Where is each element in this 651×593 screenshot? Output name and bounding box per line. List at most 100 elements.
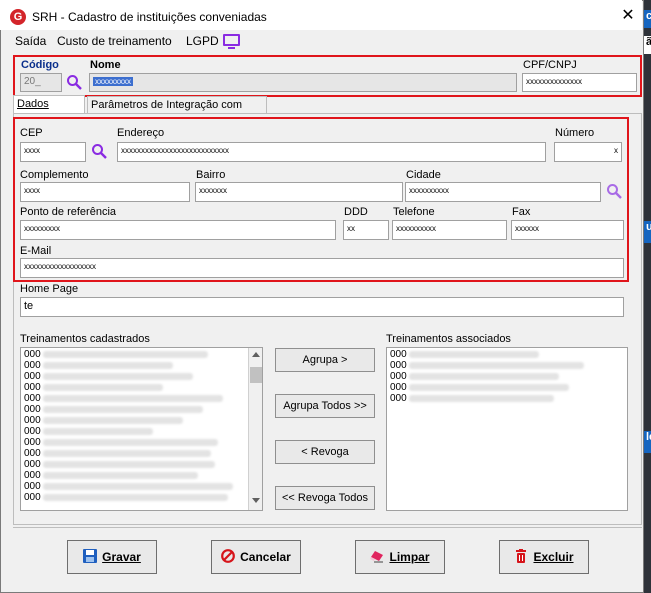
list-item-code: 000 [24,437,41,448]
ponto-referencia-field[interactable]: xxxxxxxxx [20,220,336,240]
redacted-text [43,483,233,490]
background-tag: ão [644,36,651,54]
redacted-text [409,373,559,380]
gravar-label: Gravar [102,550,141,564]
list-item-code: 000 [24,492,41,503]
scroll-down-arrow[interactable] [252,498,260,503]
list-item[interactable]: 000 [387,371,627,382]
agrupa-todos-button[interactable]: Agrupa Todos >> [275,394,375,418]
treinamentos-cadastrados-label: Treinamentos cadastrados [20,333,150,345]
revoga-todos-button[interactable]: << Revoga Todos [275,486,375,510]
list-item[interactable]: 000 [21,393,249,404]
list-item[interactable]: 000 [21,415,249,426]
redacted-text [43,395,223,402]
endereco-field[interactable]: xxxxxxxxxxxxxxxxxxxxxxxxxxx [117,142,546,162]
codigo-field[interactable]: 20_ [20,73,62,92]
cpf-field[interactable]: xxxxxxxxxxxxxx [522,73,637,92]
endereco-label: Endereço [117,127,165,139]
redacted-text [43,472,198,479]
telefone-field[interactable]: xxxxxxxxxx [392,220,507,240]
excluir-button[interactable]: Excluir [499,540,589,574]
list-item[interactable]: 000 [21,349,249,360]
cep-field[interactable]: xxxx [20,142,86,162]
list-item[interactable]: 000 [387,382,627,393]
menu-lgpd[interactable]: LGPD [186,34,219,48]
redacted-text [43,417,183,424]
numero-label: Número [555,127,595,139]
list-item[interactable]: 000 [387,349,627,360]
complemento-field[interactable]: xxxx [20,182,190,202]
menu-custo-treinamento[interactable]: Custo de treinamento [57,34,172,48]
list-item[interactable]: 000 [21,470,249,481]
eraser-icon [370,551,384,563]
app-logo-icon: G [10,9,26,25]
cidade-field[interactable]: xxxxxxxxxx [405,182,601,202]
list-item-code: 000 [24,415,41,426]
list-item[interactable]: 000 [21,448,249,459]
monitor-icon[interactable] [223,34,240,49]
redacted-text [409,362,584,369]
search-cep-icon[interactable] [91,143,107,159]
list-item-code: 000 [24,426,41,437]
redacted-text [409,351,539,358]
nome-label: Nome [90,59,121,71]
bairro-field[interactable]: xxxxxxx [195,182,403,202]
cpf-label: CPF/CNPJ [523,59,577,71]
fax-label: Fax [512,206,531,218]
limpar-button[interactable]: Limpar [355,540,445,574]
list-item-code: 000 [24,393,41,404]
numero-field[interactable]: x [554,142,622,162]
save-icon [83,549,98,563]
list-item[interactable]: 000 [21,481,249,492]
background-tag: ler [644,431,651,453]
redacted-text [43,384,163,391]
list-item[interactable]: 000 [21,459,249,470]
list-item-code: 000 [390,371,407,382]
scroll-thumb[interactable] [250,367,262,383]
redacted-text [43,494,228,501]
nome-value: xxxxxxxxx [93,77,133,86]
scroll-up-arrow[interactable] [252,352,260,357]
list-item[interactable]: 000 [21,382,249,393]
cancelar-button[interactable]: Cancelar [211,540,301,574]
redacted-text [43,439,218,446]
list-item-code: 000 [24,470,41,481]
list-item[interactable]: 000 [21,437,249,448]
codigo-label: Código [21,59,59,71]
list-item[interactable]: 000 [387,360,627,371]
list-item[interactable]: 000 [21,360,249,371]
list-item[interactable]: 000 [387,393,627,404]
cancel-icon [221,549,236,563]
list-item-code: 000 [24,371,41,382]
ddd-label: DDD [344,206,368,218]
background-window [644,0,651,593]
list-item-code: 000 [24,448,41,459]
list-item[interactable]: 000 [21,404,249,415]
nome-field[interactable]: xxxxxxxxx [89,73,517,92]
close-icon[interactable]: ✕ [618,6,638,26]
search-codigo-icon[interactable] [66,74,82,90]
bairro-label: Bairro [196,169,226,181]
gravar-button[interactable]: Gravar [67,540,157,574]
email-field[interactable]: xxxxxxxxxxxxxxxxxx [20,258,624,278]
agrupa-button[interactable]: Agrupa > [275,348,375,372]
menu-saida[interactable]: Saída [15,34,46,48]
treinamentos-associados-label: Treinamentos associados [386,333,511,345]
tab-parametros-integracao[interactable]: Parâmetros de Integração com CPG [87,96,267,127]
homepage-field[interactable]: te [20,297,624,317]
redacted-text [409,395,554,402]
treinamentos-associados-list[interactable]: 000 000 000 000 000 [386,347,628,511]
treinamentos-cadastrados-list[interactable]: 000 000 000 000 000 000 000 000 000 000 000 000 000 0… [20,347,263,511]
list-item[interactable]: 000 [21,492,249,503]
redacted-text [43,373,193,380]
list-item[interactable]: 000 [21,426,249,437]
cadastrados-scrollbar[interactable] [248,348,262,510]
list-item-code: 000 [24,481,41,492]
ddd-field[interactable]: xx [343,220,389,240]
search-cidade-icon[interactable] [606,183,622,199]
fax-field[interactable]: xxxxxx [511,220,624,240]
list-item[interactable]: 000 [21,371,249,382]
tab-dados-gerais[interactable]: Dados Gerais [13,95,85,126]
list-item-code: 000 [390,349,407,360]
revoga-button[interactable]: < Revoga [275,440,375,464]
